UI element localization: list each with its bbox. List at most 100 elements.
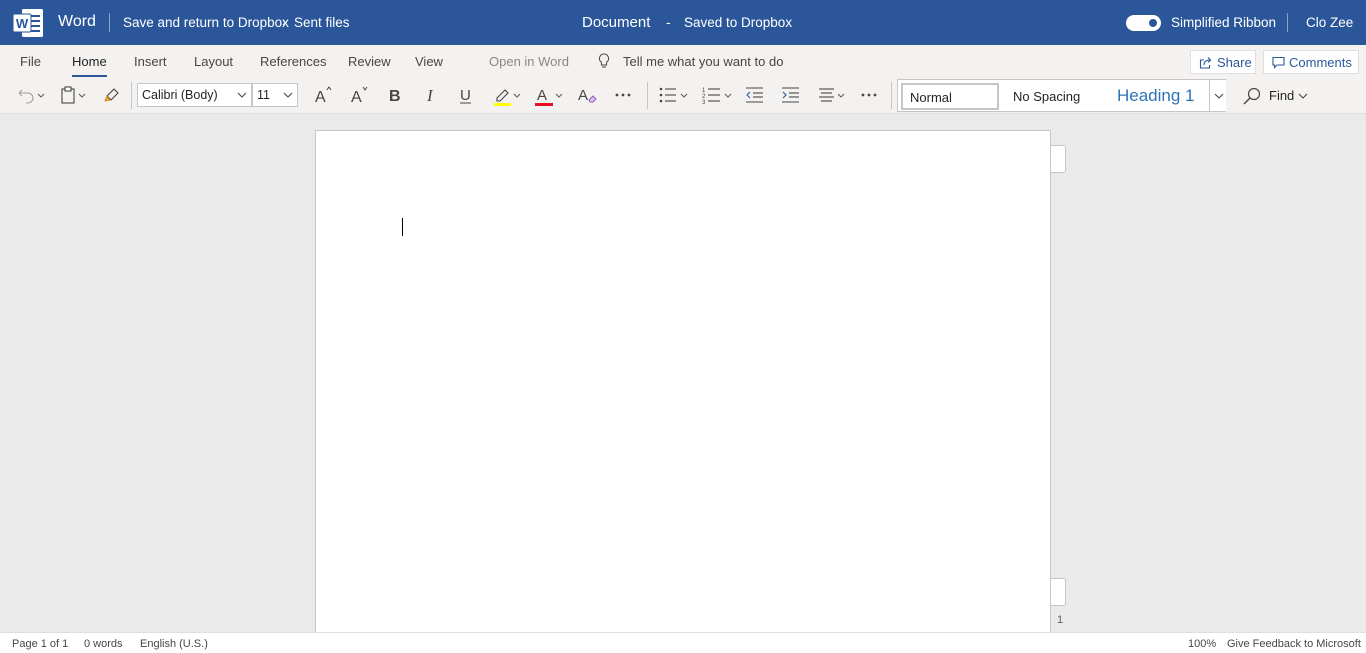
- paragraph-alignment-button[interactable]: [816, 83, 850, 107]
- tab-references[interactable]: References: [260, 54, 326, 69]
- page-count[interactable]: Page 1 of 1: [12, 638, 68, 650]
- search-icon: [1243, 87, 1261, 105]
- clear-formatting-icon: A: [578, 87, 597, 104]
- comment-icon: [1272, 56, 1285, 69]
- paste-button[interactable]: [58, 83, 92, 107]
- page-margin-marker: [1051, 145, 1066, 173]
- find-button[interactable]: Find: [1242, 85, 1312, 107]
- bulleted-list-icon: [659, 87, 688, 103]
- ribbon-divider: [891, 82, 892, 109]
- user-account-button[interactable]: Clo Zee: [1306, 15, 1353, 30]
- style-normal-label: Normal: [910, 90, 952, 105]
- svg-text:A: A: [537, 87, 547, 104]
- more-font-options-button[interactable]: [612, 83, 636, 107]
- share-icon: [1199, 57, 1212, 69]
- tell-me-search[interactable]: Tell me what you want to do: [623, 54, 783, 69]
- font-name-value: Calibri (Body): [142, 88, 218, 102]
- style-no-spacing[interactable]: No Spacing: [1013, 89, 1080, 104]
- more-paragraph-options-button[interactable]: [858, 83, 882, 107]
- save-status: Saved to Dropbox: [684, 15, 793, 30]
- simplified-ribbon-toggle[interactable]: [1126, 15, 1161, 31]
- document-page[interactable]: [315, 130, 1051, 632]
- tab-view[interactable]: View: [415, 54, 443, 69]
- bold-icon: B: [389, 88, 401, 105]
- text-cursor: [402, 218, 403, 236]
- title-divider: [109, 13, 110, 32]
- svg-text:U: U: [460, 87, 471, 104]
- breadcrumb-chevron-icon: ›: [282, 14, 287, 29]
- clipboard-icon: [61, 86, 86, 104]
- simplified-ribbon-label: Simplified Ribbon: [1171, 15, 1277, 30]
- format-painter-button[interactable]: [101, 83, 125, 107]
- align-center-icon: [819, 88, 845, 102]
- comments-button[interactable]: Comments: [1263, 50, 1359, 74]
- open-in-word-button[interactable]: Open in Word: [489, 54, 569, 69]
- user-divider: [1287, 13, 1288, 32]
- font-name-dropdown[interactable]: Calibri (Body): [137, 83, 252, 107]
- breadcrumb-folder-link[interactable]: Sent files: [294, 15, 350, 30]
- ribbon-divider: [131, 82, 132, 109]
- share-button[interactable]: Share: [1190, 50, 1256, 74]
- zoom-level[interactable]: 100%: [1188, 638, 1216, 650]
- format-painter-icon: [104, 88, 119, 102]
- toggle-knob: [1149, 19, 1157, 27]
- title-separator: -: [666, 14, 671, 30]
- more-icon: [861, 93, 877, 97]
- undo-icon: [18, 89, 45, 104]
- tab-layout[interactable]: Layout: [194, 54, 233, 69]
- font-size-value: 11: [257, 88, 270, 102]
- chevron-down-icon: [283, 92, 293, 98]
- word-count[interactable]: 0 words: [84, 638, 123, 650]
- increase-indent-icon: [782, 87, 799, 103]
- grow-font-icon: A: [315, 86, 332, 106]
- increase-indent-button[interactable]: [779, 83, 803, 107]
- numbering-button[interactable]: 1 2 3: [700, 83, 736, 107]
- give-feedback-link[interactable]: Give Feedback to Microsoft: [1227, 638, 1361, 650]
- decrease-indent-icon: [746, 87, 763, 103]
- chevron-down-icon: [1298, 93, 1308, 99]
- style-normal[interactable]: Normal: [901, 83, 999, 110]
- underline-icon: U: [460, 87, 471, 104]
- tab-file[interactable]: File: [20, 54, 41, 69]
- save-and-return-link[interactable]: Save and return to Dropbox: [123, 15, 289, 30]
- underline-button[interactable]: U: [455, 83, 477, 107]
- app-name[interactable]: Word: [58, 13, 96, 31]
- clear-formatting-button[interactable]: A: [576, 83, 600, 107]
- highlighter-icon: [494, 89, 521, 106]
- lightbulb-icon: [598, 53, 610, 68]
- numbered-list-icon: 1 2 3: [702, 88, 732, 106]
- italic-button[interactable]: I: [420, 83, 442, 107]
- svg-text:I: I: [426, 86, 434, 105]
- comments-label: Comments: [1289, 55, 1352, 70]
- ribbon-divider: [647, 82, 648, 109]
- undo-button[interactable]: [14, 83, 48, 107]
- svg-text:3: 3: [702, 100, 706, 106]
- ribbon-tabs: File Home Insert Layout References Revie…: [0, 45, 1366, 77]
- svg-text:A: A: [315, 89, 326, 106]
- shrink-font-icon: A: [351, 86, 368, 106]
- tab-review[interactable]: Review: [348, 54, 391, 69]
- style-heading-1[interactable]: Heading 1: [1117, 86, 1195, 106]
- home-ribbon: Calibri (Body) 11 A A B I U A A 1 2 3 No…: [0, 77, 1366, 114]
- bold-button[interactable]: B: [384, 83, 406, 107]
- bullets-button[interactable]: [656, 83, 692, 107]
- grow-font-button[interactable]: A: [311, 83, 335, 107]
- styles-gallery: Normal No Spacing Heading 1: [897, 79, 1226, 112]
- styles-expand-button[interactable]: [1209, 80, 1226, 111]
- tab-home[interactable]: Home: [72, 54, 107, 69]
- decrease-indent-button[interactable]: [743, 83, 767, 107]
- highlight-color-button[interactable]: [492, 83, 526, 107]
- font-color-button[interactable]: A: [534, 83, 568, 107]
- document-title[interactable]: Document: [582, 14, 650, 31]
- shrink-font-button[interactable]: A: [347, 83, 371, 107]
- chevron-down-icon: [237, 92, 247, 98]
- word-logo-icon[interactable]: W: [13, 8, 44, 38]
- italic-icon: I: [426, 86, 434, 105]
- svg-text:B: B: [389, 88, 401, 105]
- language-indicator[interactable]: English (U.S.): [140, 638, 208, 650]
- tab-insert[interactable]: Insert: [134, 54, 167, 69]
- font-size-dropdown[interactable]: 11: [252, 83, 298, 107]
- title-bar: W Word Save and return to Dropbox › Sent…: [0, 0, 1366, 45]
- document-canvas[interactable]: 1: [0, 114, 1366, 632]
- more-icon: [615, 93, 631, 97]
